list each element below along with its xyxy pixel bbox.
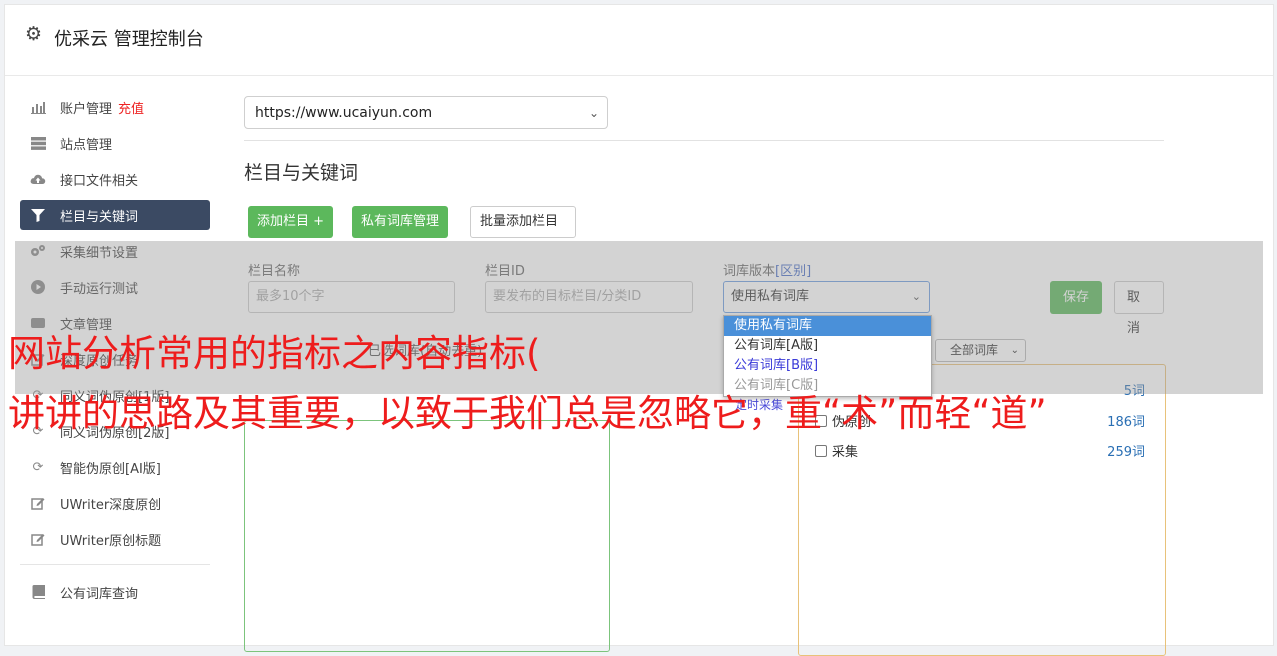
chevron-down-icon: ⌄ <box>588 106 599 120</box>
sidebar-item-ai-rewrite[interactable]: ⟳ 智能伪原创[AI版] <box>20 452 210 482</box>
server-icon <box>30 135 46 151</box>
cloud-upload-icon <box>30 171 46 187</box>
version-option[interactable]: 公有词库[A版] <box>724 336 931 356</box>
app-title: 优采云 管理控制台 <box>54 29 204 50</box>
edit-icon <box>30 495 46 511</box>
lib-checkbox[interactable] <box>815 445 827 457</box>
filter-icon <box>30 207 46 223</box>
refresh-icon: ⟳ <box>32 459 44 475</box>
sidebar-item-account[interactable]: 账户管理 充值 <box>20 92 210 122</box>
bar-chart-icon <box>30 99 46 115</box>
watermark-line-2: 讲讲的思路及其重要，以致于我们总是忽略它，重“术”而轻“道” <box>8 392 1047 435</box>
gear-icon: ⚙ <box>25 23 43 45</box>
list-item[interactable]: 采集 259词 <box>815 441 1145 461</box>
sidebar-item-public-lib[interactable]: 公有词库查询 <box>20 577 210 607</box>
sidebar-item-label: 栏目与关键词 <box>60 209 139 225</box>
sidebar-divider <box>20 564 210 565</box>
version-option[interactable]: 公有词库[B版] <box>724 356 931 376</box>
sidebar-item-label: UWriter原创标题 <box>60 533 162 549</box>
site-select[interactable]: https://www.ucaiyun.com ⌄ <box>244 96 608 129</box>
lib-count: 186词 <box>1107 415 1145 430</box>
sidebar-item-label: 智能伪原创[AI版] <box>60 461 161 477</box>
sidebar-item-uwriter-deep[interactable]: UWriter深度原创 <box>20 488 210 518</box>
sidebar-item-uwriter-title[interactable]: UWriter原创标题 <box>20 524 210 554</box>
sidebar-item-label: UWriter深度原创 <box>60 497 162 513</box>
version-option[interactable]: 使用私有词库 <box>724 316 931 336</box>
batch-add-button[interactable]: 批量添加栏目 <box>470 206 576 238</box>
sidebar-item-label: 站点管理 <box>60 137 113 153</box>
sidebar-item-label: 公有词库查询 <box>60 586 139 602</box>
sidebar-item-sites[interactable]: 站点管理 <box>20 128 210 158</box>
header: ⚙ 优采云 管理控制台 <box>5 5 1273 76</box>
book-icon <box>30 584 46 600</box>
sidebar-item-interface[interactable]: 接口文件相关 <box>20 164 210 194</box>
add-column-button[interactable]: 添加栏目 + <box>248 206 334 238</box>
private-lib-button[interactable]: 私有词库管理 <box>352 206 449 238</box>
selected-libs-box <box>244 420 610 652</box>
edit-icon <box>30 531 46 547</box>
section-title: 栏目与关键词 <box>244 162 359 184</box>
sidebar-item-label: 账户管理 <box>60 101 113 117</box>
divider <box>244 140 1164 141</box>
sidebar-item-label: 接口文件相关 <box>60 173 139 189</box>
lib-name: 采集 <box>832 445 859 460</box>
recharge-link[interactable]: 充值 <box>118 98 144 117</box>
sidebar-item-columns[interactable]: 栏目与关键词 <box>20 200 210 230</box>
watermark-line-1: 网站分析常用的指标之内容指标( <box>8 332 541 375</box>
lib-count: 259词 <box>1107 445 1145 460</box>
